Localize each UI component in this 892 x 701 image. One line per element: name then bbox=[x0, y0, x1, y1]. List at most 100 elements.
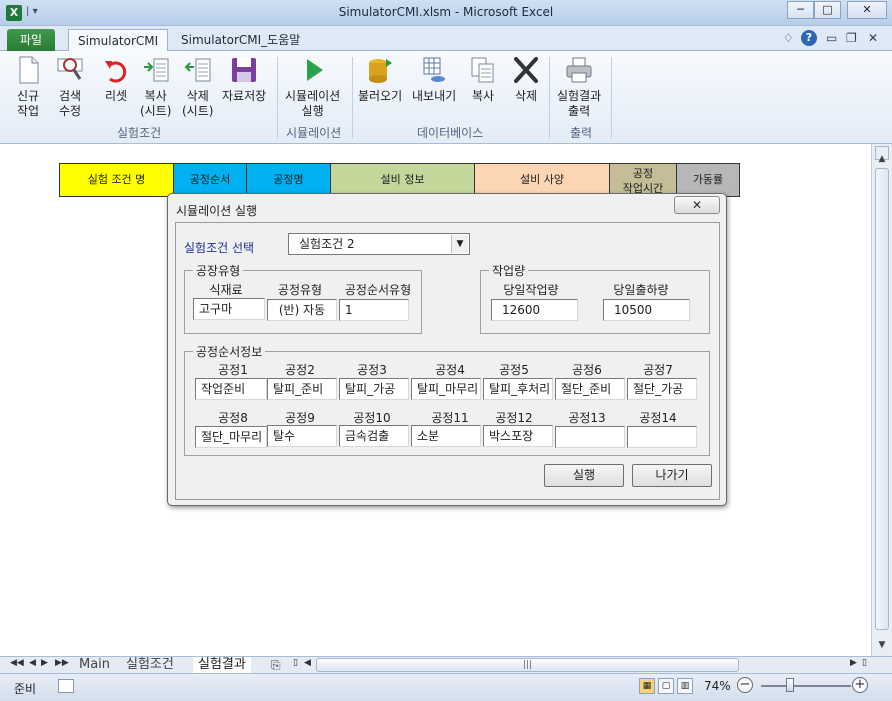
window-title: SimulatorCMI.xlsm - Microsoft Excel bbox=[338, 5, 554, 19]
process-type-field[interactable]: (반) 자동 bbox=[267, 299, 337, 321]
condition-select[interactable]: 실험조건 2 ▼ bbox=[288, 233, 470, 255]
new-task-label-2: 작업 bbox=[16, 104, 40, 118]
minimize-button[interactable]: ─ bbox=[787, 1, 814, 19]
insert-sheet-icon[interactable]: ⎘ bbox=[271, 657, 281, 673]
copy-sheet-label-2: (시트) bbox=[140, 104, 172, 118]
header-condition-name[interactable]: 실험 조건 명 bbox=[59, 163, 174, 197]
close-button[interactable]: ✕ bbox=[847, 1, 887, 19]
process-10-field[interactable]: 금속검출 bbox=[339, 425, 409, 447]
group-separator bbox=[277, 57, 278, 139]
tab-file[interactable]: 파일 bbox=[7, 29, 55, 51]
process-7-field[interactable]: 절단_가공 bbox=[627, 378, 697, 400]
process-12-field[interactable]: 박스포장 bbox=[483, 425, 553, 447]
run-button[interactable]: 실행 bbox=[544, 464, 624, 487]
maximize-button[interactable]: □ bbox=[814, 1, 841, 19]
run-simulation-button[interactable]: 시뮬레이션 실행 bbox=[285, 55, 340, 119]
chevron-down-icon[interactable]: ▼ bbox=[451, 235, 468, 253]
workbook-close-icon[interactable]: ✕ bbox=[868, 31, 878, 45]
hscroll-right-icon[interactable]: ▶ bbox=[850, 658, 857, 668]
prev-sheet-icon[interactable]: ◀ bbox=[29, 658, 36, 668]
tab-split-handle[interactable]: ▯ bbox=[293, 658, 298, 668]
zoom-slider-thumb[interactable] bbox=[786, 678, 794, 692]
process-type-label: 공정유형 bbox=[277, 283, 323, 297]
normal-view-icon[interactable]: ▦ bbox=[639, 678, 655, 694]
simulation-dialog: 시뮬레이션 실행 ✕ 실험조건 선택 실험조건 2 ▼ 공장유형 식재료 공정유… bbox=[167, 193, 727, 506]
delete-button[interactable]: 삭제 bbox=[512, 55, 540, 104]
header-equipment-info[interactable]: 설비 정보 bbox=[330, 163, 475, 197]
macro-record-icon[interactable] bbox=[58, 679, 74, 693]
load-button[interactable]: 불러오기 bbox=[358, 55, 402, 104]
zoom-in-icon[interactable]: + bbox=[852, 677, 868, 693]
copy-icon bbox=[471, 57, 494, 83]
process-8-field[interactable]: 절단_마무리 bbox=[195, 426, 267, 448]
dialog-close-button[interactable]: ✕ bbox=[674, 196, 720, 214]
new-task-label-1: 신규 bbox=[16, 89, 40, 103]
process-2-field[interactable]: 탈피_준비 bbox=[267, 378, 337, 400]
reset-button[interactable]: 리셋 bbox=[102, 55, 130, 104]
horizontal-scroll-thumb[interactable]: ||| bbox=[316, 658, 739, 672]
daily-shipment-label: 당일출하량 bbox=[613, 283, 669, 297]
zoom-out-icon[interactable]: − bbox=[737, 677, 753, 693]
daily-work-field[interactable]: 12600 bbox=[491, 299, 578, 321]
group-label-database: 데이터베이스 bbox=[417, 126, 484, 140]
process-14-field[interactable] bbox=[627, 426, 697, 448]
header-equipment-spec[interactable]: 설비 사양 bbox=[474, 163, 610, 197]
page-break-view-icon[interactable]: ▥ bbox=[677, 678, 693, 694]
ingredient-field[interactable]: 고구마 bbox=[193, 298, 265, 320]
exit-button[interactable]: 나가기 bbox=[632, 464, 712, 487]
process-9-field[interactable]: 탈수 bbox=[267, 425, 337, 447]
print-label-1: 실험결과 bbox=[557, 89, 602, 103]
zoom-slider[interactable] bbox=[761, 685, 851, 687]
delete-sheet-button[interactable]: 삭제 (시트) bbox=[182, 55, 213, 119]
process-3-field[interactable]: 탈피_가공 bbox=[339, 378, 409, 400]
last-sheet-icon[interactable]: ▶▶ bbox=[55, 658, 69, 668]
header-utilization[interactable]: 가동률 bbox=[676, 163, 740, 197]
process-11-field[interactable]: 소분 bbox=[411, 425, 481, 447]
search-edit-button[interactable]: 검색 수정 bbox=[56, 55, 84, 119]
workbook-restore-icon[interactable]: ❐ bbox=[846, 31, 857, 45]
header-work-time[interactable]: 공정 작업시간 bbox=[609, 163, 677, 197]
process-order-type-field[interactable]: 1 bbox=[339, 299, 409, 321]
header-work-time-line1: 공정 bbox=[632, 167, 654, 180]
sheet-tab-main[interactable]: Main bbox=[79, 657, 110, 673]
group-separator bbox=[549, 57, 550, 139]
copy-button[interactable]: 복사 bbox=[469, 55, 497, 104]
undo-arrow-icon bbox=[105, 61, 127, 83]
process-6-field[interactable]: 절단_준비 bbox=[555, 378, 625, 400]
page-layout-view-icon[interactable]: ▢ bbox=[658, 678, 674, 694]
workbook-minimize-icon[interactable]: ▭ bbox=[826, 31, 837, 45]
delete-x-icon bbox=[514, 57, 538, 83]
new-task-button[interactable]: 신규 작업 bbox=[14, 55, 42, 119]
process-4-label: 공정4 bbox=[435, 363, 465, 377]
help-icon[interactable]: ? bbox=[801, 30, 817, 46]
condition-select-label: 실험조건 선택 bbox=[184, 241, 255, 255]
vertical-scroll-thumb[interactable] bbox=[875, 168, 889, 630]
print-results-button[interactable]: 실험결과 출력 bbox=[557, 55, 601, 119]
hscroll-left-icon[interactable]: ◀ bbox=[304, 658, 311, 668]
process-5-field[interactable]: 탈피_후처리 bbox=[483, 378, 553, 400]
export-button[interactable]: 내보내기 bbox=[412, 55, 456, 104]
scroll-down-icon[interactable]: ▼ bbox=[875, 640, 889, 654]
scroll-up-icon[interactable]: ▲ bbox=[875, 154, 889, 168]
header-process-order[interactable]: 공정순서 bbox=[173, 163, 247, 197]
sheet-tab-conditions[interactable]: 실험조건 bbox=[126, 657, 174, 673]
next-sheet-icon[interactable]: ▶ bbox=[41, 658, 48, 668]
process-4-field[interactable]: 탈피_마무리 bbox=[411, 378, 481, 400]
process-1-field[interactable]: 작업준비 bbox=[195, 378, 267, 400]
tab-simulatorcmi[interactable]: SimulatorCMI bbox=[68, 29, 169, 51]
daily-shipment-field[interactable]: 10500 bbox=[603, 299, 690, 321]
tab-simulatorcmi-help[interactable]: SimulatorCMI_도움말 bbox=[172, 29, 309, 51]
hscroll-split-handle[interactable]: ▯ bbox=[862, 658, 867, 668]
ribbon-collapse-icon[interactable]: ♢ bbox=[783, 31, 794, 45]
copy-sheet-button[interactable]: 복사 (시트) bbox=[140, 55, 171, 119]
process-13-field[interactable] bbox=[555, 426, 625, 448]
sheet-tab-results[interactable]: 실험결과 bbox=[193, 657, 251, 673]
process-order-frame: 공정순서정보 공정1 공정2 공정3 공정4 공정5 공정6 공정7 작업준비 … bbox=[184, 343, 710, 456]
save-data-button[interactable]: 자료저장 bbox=[222, 55, 266, 104]
first-sheet-icon[interactable]: ◀◀ bbox=[10, 658, 24, 668]
zoom-level[interactable]: 74% bbox=[704, 679, 731, 693]
process-13-label: 공정13 bbox=[568, 411, 606, 425]
header-process-name[interactable]: 공정명 bbox=[246, 163, 331, 197]
search-label-1: 검색 bbox=[58, 89, 82, 103]
vertical-scrollbar[interactable]: ▲ ▼ bbox=[871, 144, 892, 656]
